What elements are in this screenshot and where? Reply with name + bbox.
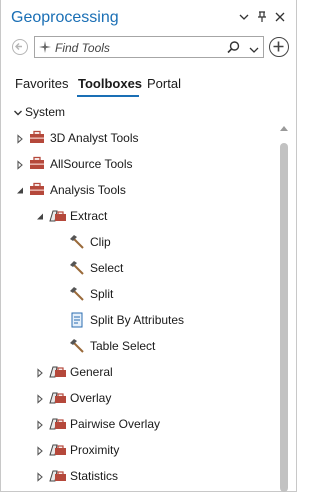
tree-item-label: Split By Attributes bbox=[90, 313, 185, 327]
scroll-up-arrow-icon[interactable] bbox=[280, 125, 288, 133]
collapsed-arrow-icon[interactable] bbox=[35, 419, 45, 430]
tree-item[interactable]: Extract bbox=[1, 203, 276, 229]
tree-item[interactable]: General bbox=[1, 359, 276, 385]
tree-item-label: Extract bbox=[70, 209, 108, 223]
tree-item-label: AllSource Tools bbox=[50, 157, 133, 171]
toolset-icon bbox=[49, 364, 66, 380]
toolbox-icon bbox=[29, 130, 45, 146]
tree-item[interactable]: Overlay bbox=[1, 385, 276, 411]
tree-item-label: Pairwise Overlay bbox=[70, 417, 161, 431]
tree-item[interactable]: Table Select bbox=[1, 333, 276, 359]
hammer-icon bbox=[69, 234, 85, 250]
tree-item[interactable]: Select bbox=[1, 255, 276, 281]
search-icon[interactable] bbox=[227, 41, 240, 57]
menu-dropdown-icon[interactable] bbox=[237, 10, 251, 24]
hammer-icon bbox=[69, 286, 85, 302]
collapsed-arrow-icon[interactable] bbox=[15, 159, 25, 170]
close-icon[interactable] bbox=[273, 10, 287, 24]
expanded-arrow-icon[interactable] bbox=[15, 185, 25, 195]
tree-item-label: 3D Analyst Tools bbox=[50, 131, 139, 145]
toolbox-icon bbox=[29, 156, 45, 172]
toolset-icon bbox=[49, 416, 66, 432]
pane-title: Geoprocessing bbox=[11, 9, 119, 26]
search-row: Find Tools bbox=[1, 36, 298, 62]
tree-item[interactable]: AllSource Tools bbox=[1, 151, 276, 177]
search-input[interactable]: Find Tools bbox=[55, 41, 110, 55]
pane-titlebar: Geoprocessing bbox=[1, 0, 298, 36]
toolset-icon bbox=[49, 208, 66, 224]
toolbox-tree: System 3D Analyst Tools AllSource Tools An… bbox=[1, 99, 276, 492]
tree-item-label: Table Select bbox=[90, 339, 156, 353]
script-icon bbox=[69, 312, 85, 328]
tree-item-label: Clip bbox=[90, 235, 111, 249]
toolset-icon bbox=[49, 442, 66, 458]
tree-item-label: Overlay bbox=[70, 391, 112, 405]
chevron-down-icon[interactable] bbox=[249, 43, 259, 57]
tree-item[interactable]: Split By Attributes bbox=[1, 307, 276, 333]
tree-item-label: General bbox=[70, 365, 113, 379]
tree-item[interactable]: Split bbox=[1, 281, 276, 307]
tab-strip: Favorites Toolboxes Portal bbox=[1, 72, 298, 98]
tree-item-label: Proximity bbox=[70, 443, 120, 457]
pin-icon[interactable] bbox=[255, 10, 269, 24]
sparkle-icon bbox=[39, 41, 51, 56]
geoprocessing-pane: Geoprocessing Find Tools Favorites Toolb… bbox=[0, 0, 297, 492]
tree-item-label: Analysis Tools bbox=[50, 183, 126, 197]
collapsed-arrow-icon[interactable] bbox=[35, 367, 45, 378]
vertical-scrollbar[interactable] bbox=[278, 99, 292, 492]
tree-item[interactable]: Proximity bbox=[1, 437, 276, 463]
tree-item-label: Split bbox=[90, 287, 114, 301]
collapsed-arrow-icon[interactable] bbox=[35, 445, 45, 456]
tree-item-label: Select bbox=[90, 261, 124, 275]
add-button[interactable] bbox=[269, 37, 289, 57]
active-tab-indicator bbox=[77, 95, 139, 97]
collapsed-arrow-icon[interactable] bbox=[15, 133, 25, 144]
hammer-icon bbox=[69, 260, 85, 276]
find-tools-search-box[interactable]: Find Tools bbox=[34, 36, 264, 58]
tree-item[interactable]: Pairwise Overlay bbox=[1, 411, 276, 437]
hammer-icon bbox=[69, 338, 85, 354]
tree-section-label: System bbox=[25, 105, 66, 119]
back-button[interactable] bbox=[12, 39, 28, 55]
toolset-icon bbox=[49, 390, 66, 406]
tree-item[interactable]: Statistics bbox=[1, 463, 276, 489]
expanded-arrow-icon[interactable] bbox=[35, 211, 45, 221]
tree-item[interactable]: Clip bbox=[1, 229, 276, 255]
toolbox-icon bbox=[29, 182, 45, 198]
tab-portal[interactable]: Portal bbox=[147, 76, 181, 91]
tab-toolboxes[interactable]: Toolboxes bbox=[78, 76, 142, 91]
tree-item[interactable]: 3D Analyst Tools bbox=[1, 125, 276, 151]
tree-item-label: Statistics bbox=[70, 469, 119, 483]
tree-section-system[interactable]: System bbox=[1, 99, 276, 125]
chevron-down-icon[interactable] bbox=[13, 107, 23, 117]
toolset-icon bbox=[49, 468, 66, 484]
tree-item[interactable]: Analysis Tools bbox=[1, 177, 276, 203]
tab-favorites[interactable]: Favorites bbox=[15, 76, 68, 91]
scrollbar-thumb[interactable] bbox=[280, 143, 288, 492]
collapsed-arrow-icon[interactable] bbox=[35, 471, 45, 482]
collapsed-arrow-icon[interactable] bbox=[35, 393, 45, 404]
